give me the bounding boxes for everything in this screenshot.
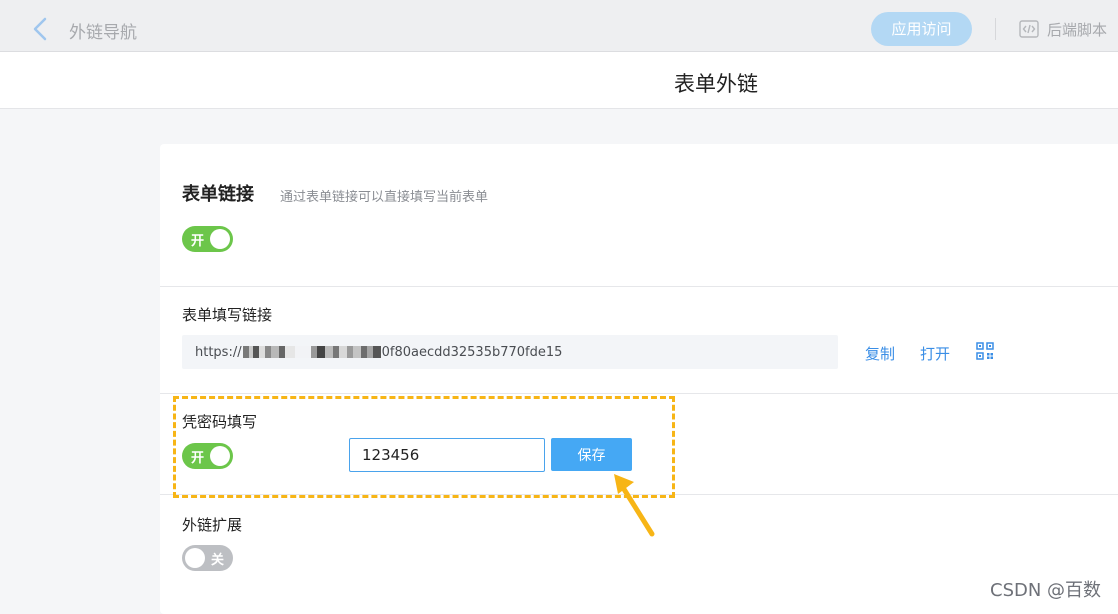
- fill-link-url: https:// 0f80aecdd32535b770fde15: [195, 345, 562, 360]
- arrow-annotation: [614, 474, 655, 537]
- password-input[interactable]: [349, 438, 545, 472]
- divider: [160, 393, 1118, 394]
- open-link[interactable]: 打开: [920, 343, 950, 364]
- toggle-label: 关: [210, 553, 224, 568]
- url-redacted-mosaic: [242, 346, 381, 358]
- fill-link-label: 表单填写链接: [182, 306, 273, 324]
- url-suffix: 0f80aecdd32535b770fde15: [381, 345, 563, 360]
- title-band: 表单外链: [0, 52, 1118, 109]
- toggle-label: 开: [191, 234, 205, 249]
- extension-toggle[interactable]: 关: [182, 545, 233, 571]
- toggle-knob: [185, 548, 205, 568]
- fill-link-field[interactable]: https:// 0f80aecdd32535b770fde15: [182, 335, 838, 369]
- url-prefix: https://: [195, 345, 242, 360]
- divider: [160, 286, 1118, 287]
- qrcode-icon[interactable]: [976, 342, 994, 360]
- toggle-knob: [210, 446, 230, 466]
- toggle-label: 开: [191, 451, 205, 466]
- save-button[interactable]: 保存: [551, 438, 632, 471]
- watermark: CSDN @百数: [990, 580, 1102, 601]
- nav-title: 外链导航: [69, 23, 137, 43]
- password-fill-toggle[interactable]: 开: [182, 443, 233, 469]
- form-link-toggle[interactable]: 开: [182, 226, 233, 252]
- backend-script-button[interactable]: 后端脚本: [1019, 18, 1107, 40]
- code-icon: [1019, 20, 1039, 38]
- backend-script-label: 后端脚本: [1047, 20, 1108, 39]
- extension-label: 外链扩展: [182, 516, 243, 534]
- page-title: 表单外链: [674, 72, 758, 96]
- copy-link[interactable]: 复制: [865, 343, 895, 364]
- chevron-left-icon[interactable]: [30, 17, 50, 41]
- nav-divider: [995, 18, 996, 40]
- section-description: 通过表单链接可以直接填写当前表单: [280, 190, 489, 205]
- toggle-knob: [210, 229, 230, 249]
- settings-card: 表单链接 通过表单链接可以直接填写当前表单 开 表单填写链接 https:// 0…: [160, 144, 1118, 614]
- password-fill-label: 凭密码填写: [182, 413, 258, 431]
- app-visit-button[interactable]: 应用访问: [871, 12, 972, 46]
- section-heading: 表单链接: [182, 184, 254, 205]
- top-nav-bar: 外链导航 应用访问 后端脚本: [0, 0, 1118, 52]
